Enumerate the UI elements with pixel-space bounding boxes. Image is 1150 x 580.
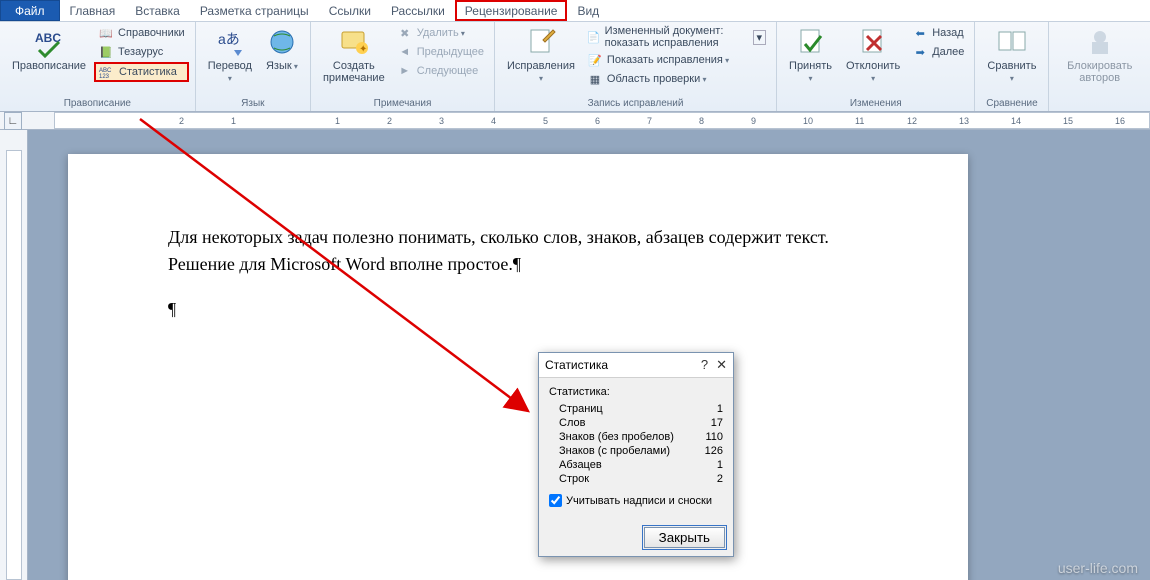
doc-line-1: Для некоторых задач полезно понимать, ск…	[168, 224, 868, 251]
help-button[interactable]: ?	[701, 357, 708, 373]
delete-comment-button[interactable]: ✖Удалить	[393, 24, 488, 42]
ruler-v-scale[interactable]	[6, 150, 22, 580]
accept-button[interactable]: Принять	[783, 24, 838, 86]
prev-comment-button[interactable]: ◄Предыдущее	[393, 43, 488, 61]
statistics-dialog: Статистика ? ✕ Статистика: Страниц1 Слов…	[538, 352, 734, 557]
compare-icon	[996, 26, 1028, 58]
svg-text:aあ: aあ	[218, 31, 240, 47]
accept-icon	[795, 26, 827, 58]
ruler-h-scale[interactable]: 2 1 1 2 3 4 5 6 7 8 9 10 11 12 13 14 15 …	[54, 112, 1150, 129]
review-pane-button[interactable]: ▦Область проверки	[583, 70, 770, 88]
ribbon-group-language: aあ Перевод Язык Язык	[196, 22, 311, 111]
block-authors-button[interactable]: Блокировать авторов	[1055, 24, 1144, 86]
tab-insert[interactable]: Вставка	[125, 0, 190, 21]
dialog-title: Статистика	[545, 358, 608, 372]
prev-icon: ◄	[397, 44, 413, 60]
stat-words: Слов17	[549, 416, 723, 430]
document-text[interactable]: Для некоторых задач полезно понимать, ск…	[168, 224, 868, 323]
svg-text:✦: ✦	[359, 44, 367, 55]
ribbon-group-tracking: Исправления 📄Измененный документ: показа…	[495, 22, 777, 111]
ribbon-group-comments: ✦ Создать примечание ✖Удалить ◄Предыдуще…	[311, 22, 495, 111]
back-button[interactable]: ⬅Назад	[908, 24, 968, 42]
statistics-icon: ABC123	[99, 64, 115, 80]
markup-icon: 📝	[587, 52, 603, 68]
ribbon-group-protect: Блокировать авторов	[1049, 22, 1150, 111]
book-icon: 📖	[98, 25, 114, 41]
forward-icon: ➡	[912, 44, 928, 60]
dialog-heading: Статистика:	[549, 386, 723, 398]
show-markup-button[interactable]: 📝Показать исправления	[583, 51, 770, 69]
spellcheck-button[interactable]: ABC Правописание	[6, 24, 92, 74]
globe-icon	[266, 26, 298, 58]
ribbon: ABC Правописание 📖Справочники 📗Тезаурус …	[0, 22, 1150, 112]
ruler-horizontal: ∟ 2 1 1 2 3 4 5 6 7 8 9 10 11 12 13 14 1…	[0, 112, 1150, 130]
ruler-vertical	[0, 130, 28, 580]
back-icon: ⬅	[912, 25, 928, 41]
thesaurus-icon: 📗	[98, 44, 114, 60]
reject-button[interactable]: Отклонить	[840, 24, 906, 86]
group-label-proofing: Правописание	[64, 97, 131, 110]
tab-references[interactable]: Ссылки	[319, 0, 381, 21]
checkbox-input[interactable]	[549, 494, 562, 507]
para-mark: ¶	[168, 296, 868, 323]
statistics-button[interactable]: ABC123Статистика	[94, 62, 189, 82]
translate-icon: aあ	[214, 26, 246, 58]
include-footnotes-checkbox[interactable]: Учитывать надписи и сноски	[549, 494, 723, 507]
stat-chars-space: Знаков (с пробелами)126	[549, 444, 723, 458]
stat-pages: Страниц1	[549, 402, 723, 416]
next-comment-button[interactable]: ►Следующее	[393, 62, 488, 80]
watermark: user-life.com	[1058, 560, 1138, 576]
language-button[interactable]: Язык	[260, 24, 304, 74]
tab-selector[interactable]: ∟	[4, 112, 22, 130]
lock-icon	[1084, 26, 1116, 58]
stat-lines: Строк2	[549, 472, 723, 486]
close-icon[interactable]: ✕	[716, 357, 727, 373]
reject-icon	[857, 26, 889, 58]
menu-bar: Файл Главная Вставка Разметка страницы С…	[0, 0, 1150, 22]
page: Для некоторых задач полезно понимать, ск…	[68, 154, 968, 580]
stat-paragraphs: Абзацев1	[549, 458, 723, 472]
track-changes-button[interactable]: Исправления	[501, 24, 581, 86]
track-icon	[525, 26, 557, 58]
compare-button[interactable]: Сравнить	[981, 24, 1042, 86]
doc-line-2: Решение для Microsoft Word вполне просто…	[168, 251, 868, 278]
translate-button[interactable]: aあ Перевод	[202, 24, 258, 86]
reference-button[interactable]: 📖Справочники	[94, 24, 189, 42]
stat-chars-nospace: Знаков (без пробелов)110	[549, 430, 723, 444]
thesaurus-button[interactable]: 📗Тезаурус	[94, 43, 189, 61]
dialog-title-bar[interactable]: Статистика ? ✕	[539, 353, 733, 378]
chevron-down-icon: ▾	[753, 30, 767, 45]
spellcheck-label: Правописание	[12, 60, 86, 72]
file-menu[interactable]: Файл	[0, 0, 60, 21]
ribbon-group-compare: Сравнить Сравнение	[975, 22, 1049, 111]
close-button[interactable]: Закрыть	[644, 527, 725, 548]
tab-review[interactable]: Рецензирование	[455, 0, 568, 21]
svg-text:123: 123	[99, 74, 110, 79]
tab-view[interactable]: Вид	[567, 0, 609, 21]
new-comment-button[interactable]: ✦ Создать примечание	[317, 24, 391, 86]
tab-home[interactable]: Главная	[60, 0, 126, 21]
display-doc-button[interactable]: 📄Измененный документ: показать исправлен…	[583, 24, 770, 50]
pane-icon: ▦	[587, 71, 603, 87]
ribbon-group-changes: Принять Отклонить ⬅Назад ➡Далее Изменени…	[777, 22, 975, 111]
tab-mailings[interactable]: Рассылки	[381, 0, 455, 21]
next-icon: ►	[397, 63, 413, 79]
new-comment-icon: ✦	[338, 26, 370, 58]
forward-button[interactable]: ➡Далее	[908, 43, 968, 61]
tab-layout[interactable]: Разметка страницы	[190, 0, 319, 21]
ribbon-group-proofing: ABC Правописание 📖Справочники 📗Тезаурус …	[0, 22, 196, 111]
display-icon: 📄	[587, 29, 601, 45]
delete-icon: ✖	[397, 25, 413, 41]
spellcheck-icon: ABC	[33, 26, 65, 58]
